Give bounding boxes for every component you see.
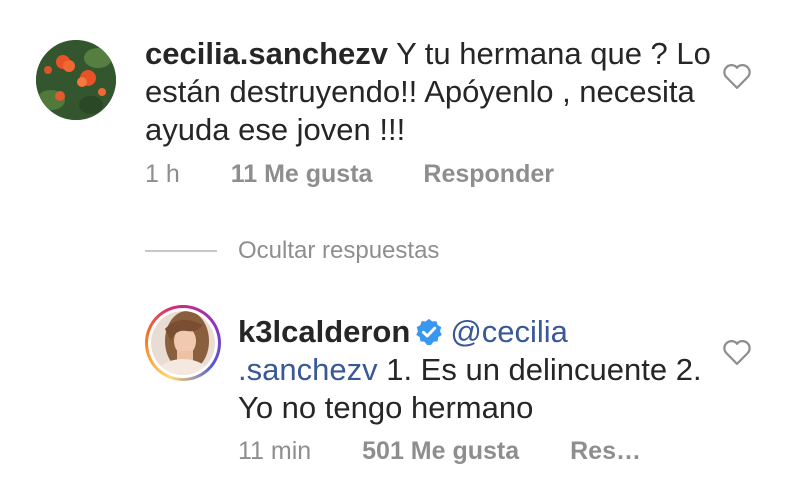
- reply-button[interactable]: Res…: [570, 437, 641, 466]
- replies-divider: [145, 250, 217, 252]
- reply-meta: 11 min 501 Me gusta Res…: [238, 437, 641, 466]
- avatar-story-ring[interactable]: [145, 305, 221, 381]
- reply-button[interactable]: Responder: [423, 160, 554, 189]
- hide-replies-label: Ocultar respuestas: [238, 237, 440, 264]
- like-heart-icon[interactable]: [722, 62, 752, 90]
- comment-likes[interactable]: 11 Me gusta: [231, 160, 373, 189]
- comment-time: 1 h: [145, 160, 180, 188]
- reply-time: 11 min: [238, 437, 312, 465]
- hide-replies-toggle[interactable]: Ocultar respuestas: [145, 233, 439, 269]
- flowers-avatar-image: [36, 40, 116, 120]
- comment-username[interactable]: cecilia.sanchezv: [145, 36, 388, 71]
- mention-link[interactable]: @cecilia: [450, 314, 568, 349]
- mention-link-continued[interactable]: .sanchezv: [238, 352, 378, 387]
- reply-likes[interactable]: 501 Me gusta: [362, 437, 519, 466]
- verified-badge-icon: [416, 318, 443, 346]
- woman-portrait-avatar-image: [151, 311, 215, 375]
- like-heart-icon[interactable]: [722, 338, 752, 366]
- avatar[interactable]: [36, 40, 116, 120]
- comment-meta: 1 h 11 Me gusta Responder: [145, 160, 554, 189]
- reply-text-block: k3lcalderon @cecilia .sanchezv 1. Es un …: [238, 313, 718, 427]
- reply-username[interactable]: k3lcalderon: [238, 314, 410, 349]
- comment-text-block: cecilia.sanchezv Y tu hermana que ? Lo e…: [145, 35, 715, 149]
